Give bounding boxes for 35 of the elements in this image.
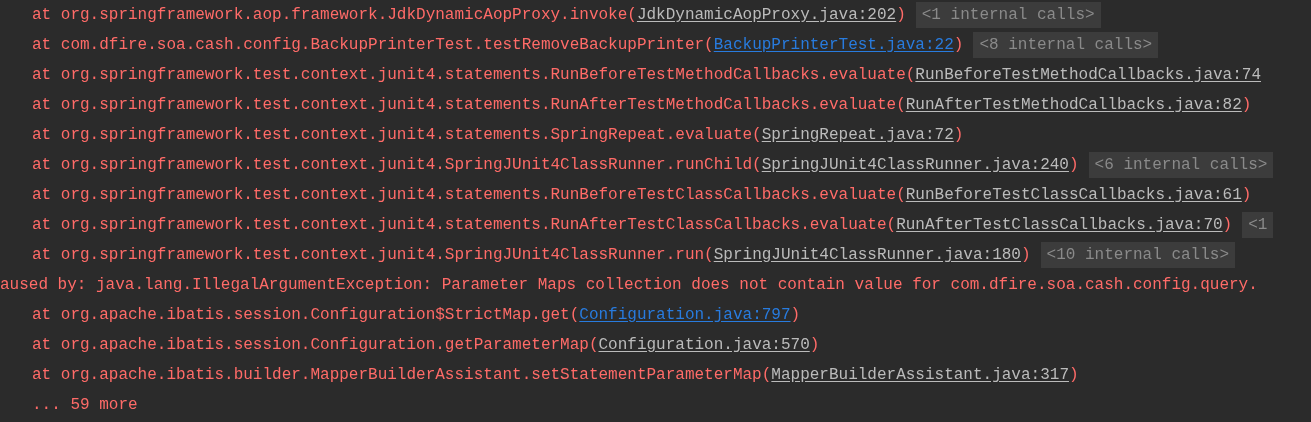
closing-paren: ) (896, 5, 906, 26)
more-frames-text: ... 59 more (32, 395, 138, 416)
closing-paren: ) (809, 335, 820, 356)
closing-paren: ) (1241, 185, 1252, 206)
stack-frame-text: at org.apache.ibatis.builder.MapperBuilderAssistant.setStatementParameterMap( (32, 365, 772, 386)
stack-frame-text: at org.springframework.test.context.junit4.SpringJUnit4ClassRunner.run( (32, 245, 714, 266)
stack-frame-text: at org.apache.ibatis.session.Configuration$StrictMap.get( (32, 305, 580, 326)
stack-frame-text: at org.springframework.test.context.junit4.statements.RunBeforeTestClassCallbacks.evaluate( (32, 185, 906, 206)
stack-frame-text: at org.springframework.test.context.junit4.statements.RunBeforeTestMethodCallbacks.evaluate( (32, 65, 916, 86)
stack-frame-text: at com.dfire.soa.cash.config.BackupPrinterTest.testRemoveBackupPrinter( (32, 35, 714, 56)
source-link[interactable]: MapperBuilderAssistant.java:317 (771, 363, 1069, 387)
source-link[interactable]: RunAfterTestClassCallbacks.java:70 (896, 213, 1223, 237)
closing-paren: ) (953, 125, 964, 146)
closing-paren: ) (953, 35, 964, 56)
stack-frame-text: at org.springframework.aop.framework.JdkDynamicAopProxy.invoke( (32, 5, 637, 26)
closing-paren: ) (1241, 95, 1252, 116)
source-link[interactable]: SpringJUnit4ClassRunner.java:180 (713, 243, 1021, 267)
source-link[interactable]: SpringRepeat.java:72 (761, 123, 954, 147)
stack-frame-text: at org.springframework.test.context.junit4.statements.RunAfterTestMethodCallbacks.evaluate( (32, 95, 906, 116)
source-link[interactable]: SpringJUnit4ClassRunner.java:240 (761, 153, 1069, 177)
source-link[interactable]: Configuration.java:570 (598, 333, 810, 357)
stack-frame-text: at org.springframework.test.context.junit4.statements.RunAfterTestClassCallbacks.evaluate( (32, 215, 897, 236)
stack-frame-text: at org.apache.ibatis.session.Configuration.getParameterMap( (32, 335, 599, 356)
closing-paren: ) (1020, 245, 1031, 266)
stack-frame-text: at org.springframework.test.context.junit4.SpringJUnit4ClassRunner.runChild( (32, 155, 762, 176)
source-link[interactable]: RunBeforeTestMethodCallbacks.java:74 (915, 63, 1261, 87)
exception-message: aused by: java.lang.IllegalArgumentException: Parameter Maps collection does not contain value for com.dfire.soa.cash.config.query. (0, 275, 1258, 296)
closing-paren: ) (790, 305, 801, 326)
closing-paren: ) (1222, 215, 1233, 236)
closing-paren: ) (1069, 365, 1079, 386)
source-link[interactable]: RunAfterTestMethodCallbacks.java:82 (905, 93, 1242, 117)
source-link[interactable]: RunBeforeTestClassCallbacks.java:61 (905, 183, 1242, 207)
source-link[interactable]: JdkDynamicAopProxy.java:202 (636, 3, 897, 27)
closing-paren: ) (1068, 155, 1079, 176)
stack-frame-text: at org.springframework.test.context.junit4.statements.SpringRepeat.evaluate( (32, 125, 762, 146)
